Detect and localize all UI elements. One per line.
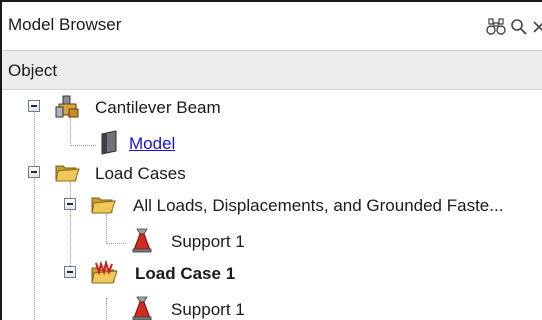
tree-item-load-case-1[interactable]: Load Case 1 xyxy=(2,258,542,289)
tree-item-label: Support 1 xyxy=(171,232,245,251)
tree-item-cantilever-beam[interactable]: Cantilever Beam xyxy=(2,92,542,123)
binoculars-icon[interactable] xyxy=(486,18,508,36)
tree-item-label: Support 1 xyxy=(171,300,245,319)
panel-title: Model Browser xyxy=(8,15,122,34)
tree-item-label[interactable]: Model xyxy=(129,134,175,154)
collapse-toggle[interactable] xyxy=(28,166,40,178)
folder-icon xyxy=(55,165,80,182)
search-icon[interactable] xyxy=(510,18,528,36)
support-icon xyxy=(132,228,152,253)
tree-item-label: Cantilever Beam xyxy=(95,98,221,117)
tree-item-label: Load Case 1 xyxy=(135,264,236,283)
model-tree: Cantilever Beam Model Load Cases All Loa… xyxy=(2,90,542,320)
tree-item-load-cases[interactable]: Load Cases xyxy=(2,158,542,189)
close-icon[interactable] xyxy=(532,18,542,36)
tree-item-label: Load Cases xyxy=(95,164,186,183)
tree-item-support-1[interactable]: Support 1 xyxy=(2,294,542,320)
object-column-label: Object xyxy=(8,61,58,80)
beam-assembly-icon xyxy=(55,95,79,118)
object-column-header[interactable]: Object xyxy=(2,51,542,90)
panel-title-bar: Model Browser xyxy=(2,2,542,51)
model-part-icon xyxy=(101,130,117,155)
tree-item-model[interactable]: Model xyxy=(2,128,542,159)
tree-item-label: All Loads, Displacements, and Grounded F… xyxy=(133,196,504,215)
collapse-toggle[interactable] xyxy=(28,100,40,112)
support-icon xyxy=(132,296,152,320)
load-case-icon xyxy=(91,260,118,284)
collapse-toggle[interactable] xyxy=(64,198,76,210)
collapse-toggle[interactable] xyxy=(64,266,76,278)
folder-icon xyxy=(91,197,116,214)
tree-item-all-loads[interactable]: All Loads, Displacements, and Grounded F… xyxy=(2,190,542,221)
model-browser-panel: Model Browser Object Cantilever Beam Mod… xyxy=(0,0,542,320)
tree-item-support-1[interactable]: Support 1 xyxy=(2,226,542,257)
